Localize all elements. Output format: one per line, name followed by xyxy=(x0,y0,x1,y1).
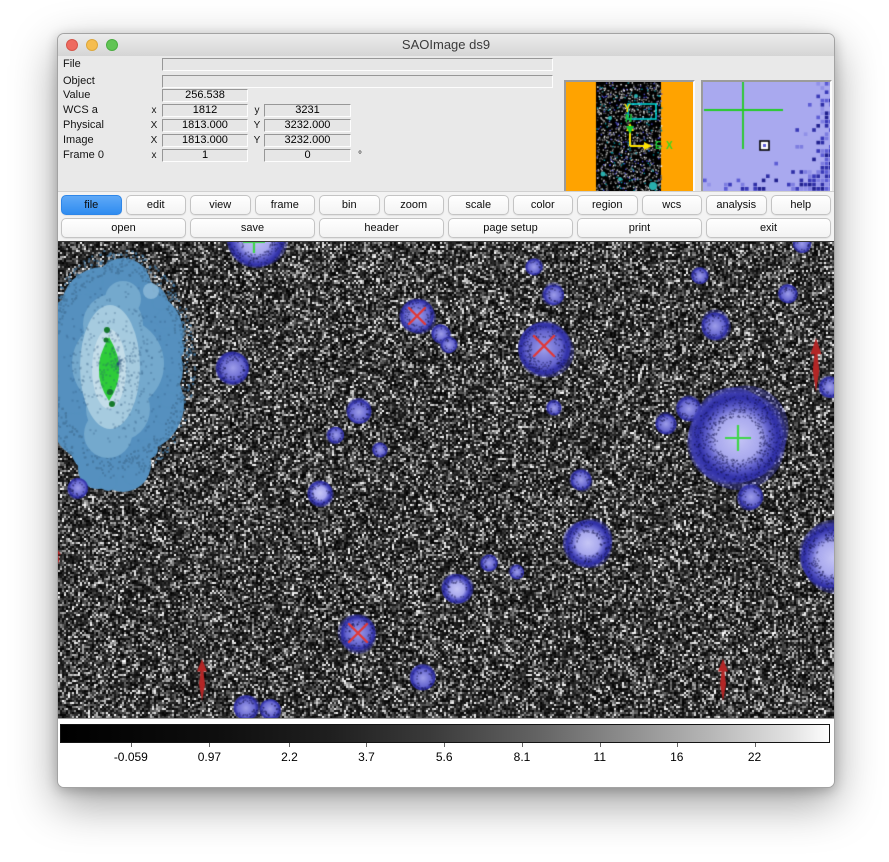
ds9-window: SAOImage ds9 File ObjectValue 256.538 WCS a… xyxy=(57,33,835,788)
info-label-object: Object xyxy=(63,75,95,88)
colorbar-tick xyxy=(600,743,601,747)
colorbar-tick-label: 3.7 xyxy=(358,750,375,764)
field-physical-1[interactable]: 1813.000 xyxy=(162,119,248,132)
info-label-file: File xyxy=(63,58,81,71)
colorbar-tick xyxy=(209,743,210,747)
colorbar-tick xyxy=(131,743,132,747)
colorbar-panel: -0.059 0.97 2.2 3.7 5.6 8.1 11 16 22 xyxy=(58,718,834,787)
info-row-object: Object xyxy=(58,75,563,88)
field-value[interactable]: 256.538 xyxy=(162,89,248,102)
magnifier-canvas xyxy=(703,82,830,209)
colorbar-tick-label: 0.97 xyxy=(198,750,221,764)
button-print[interactable]: print xyxy=(577,218,702,238)
info-panel: FileObjectValue256.538WCS ax1812y3231Phy… xyxy=(58,56,834,191)
menu-region[interactable]: region xyxy=(577,195,638,215)
field-file[interactable] xyxy=(162,58,553,71)
close-button[interactable] xyxy=(66,39,78,51)
axis-label-2: Y xyxy=(251,120,263,132)
axis-label-1: X xyxy=(148,120,160,132)
titlebar[interactable]: SAOImage ds9 xyxy=(58,34,834,57)
panner-canvas[interactable] xyxy=(566,82,693,209)
button-exit[interactable]: exit xyxy=(706,218,831,238)
info-label-image: Image xyxy=(63,134,94,147)
menu-color[interactable]: color xyxy=(513,195,574,215)
menu-wcs[interactable]: wcs xyxy=(642,195,703,215)
menu-bin[interactable]: bin xyxy=(319,195,380,215)
image-canvas[interactable] xyxy=(58,242,834,719)
axis-label-1: x xyxy=(148,105,160,117)
info-label-value: Value xyxy=(63,89,90,102)
field-physical-2[interactable]: 3232.000 xyxy=(264,119,351,132)
axis-label-1: X xyxy=(148,135,160,147)
field-frame-0-2[interactable]: 0 xyxy=(264,149,351,162)
button-open[interactable]: open xyxy=(61,218,186,238)
menu-view[interactable]: view xyxy=(190,195,251,215)
button-header[interactable]: header xyxy=(319,218,444,238)
colorbar-tick-label: 2.2 xyxy=(281,750,298,764)
colorbar-tick-label: 16 xyxy=(670,750,683,764)
colorbar-tick xyxy=(289,743,290,747)
menu-frame[interactable]: frame xyxy=(255,195,316,215)
menubar: fileeditviewframebinzoomscalecolorregion… xyxy=(58,191,834,241)
menu-row-2: opensaveheaderpage setupprintexit xyxy=(58,215,834,238)
info-row-frame-0: Frame 0 x1 0 ° xyxy=(58,149,563,162)
colorbar-tick xyxy=(522,743,523,747)
axis-label-1: x xyxy=(148,150,160,162)
field-object[interactable] xyxy=(162,75,553,88)
menu-edit[interactable]: edit xyxy=(126,195,187,215)
colorbar-tick-label: 8.1 xyxy=(514,750,531,764)
button-save[interactable]: save xyxy=(190,218,315,238)
colorbar-tick xyxy=(755,743,756,747)
axis-label-2: Y xyxy=(251,135,263,147)
colorbar-gradient[interactable] xyxy=(60,724,830,743)
colorbar-tick-label: 22 xyxy=(748,750,761,764)
minimize-button[interactable] xyxy=(86,39,98,51)
menu-zoom[interactable]: zoom xyxy=(384,195,445,215)
info-row-physical: Physical X1813.000Y3232.000 xyxy=(58,119,563,132)
colorbar-tick xyxy=(366,743,367,747)
degree-symbol: ° xyxy=(358,149,362,162)
field-image-2[interactable]: 3232.000 xyxy=(264,134,351,147)
colorbar-tick xyxy=(677,743,678,747)
desktop: SAOImage ds9 File ObjectValue 256.538 WCS a… xyxy=(0,0,889,862)
field-wcs-a-2[interactable]: 3231 xyxy=(264,104,351,117)
info-fields: FileObjectValue256.538WCS ax1812y3231Phy… xyxy=(58,56,563,191)
info-label-physical: Physical xyxy=(63,119,104,132)
zoom-button[interactable] xyxy=(106,39,118,51)
field-wcs-a-1[interactable]: 1812 xyxy=(162,104,248,117)
info-row-value: Value 256.538 xyxy=(58,89,563,102)
info-label-wcs-a: WCS a xyxy=(63,104,98,117)
colorbar-tick-label: -0.059 xyxy=(114,750,148,764)
info-row-wcs-a: WCS a x1812y3231 xyxy=(58,104,563,117)
colorbar-tick xyxy=(444,743,445,747)
button-page-setup[interactable]: page setup xyxy=(448,218,573,238)
colorbar-tick-label: 11 xyxy=(594,750,606,764)
menu-analysis[interactable]: analysis xyxy=(706,195,767,215)
image-area xyxy=(58,241,834,719)
info-row-file: File xyxy=(58,58,563,71)
menu-help[interactable]: help xyxy=(771,195,832,215)
menu-file[interactable]: file xyxy=(61,195,122,215)
colorbar-tick-label: 5.6 xyxy=(436,750,453,764)
menu-row-1: fileeditviewframebinzoomscalecolorregion… xyxy=(58,192,834,215)
field-frame-0-1[interactable]: 1 xyxy=(162,149,248,162)
window-title: SAOImage ds9 xyxy=(58,34,834,56)
info-row-image: Image X1813.000Y3232.000 xyxy=(58,134,563,147)
field-image-1[interactable]: 1813.000 xyxy=(162,134,248,147)
menu-scale[interactable]: scale xyxy=(448,195,509,215)
info-label-frame-0: Frame 0 xyxy=(63,149,104,162)
axis-label-2: y xyxy=(251,105,263,117)
